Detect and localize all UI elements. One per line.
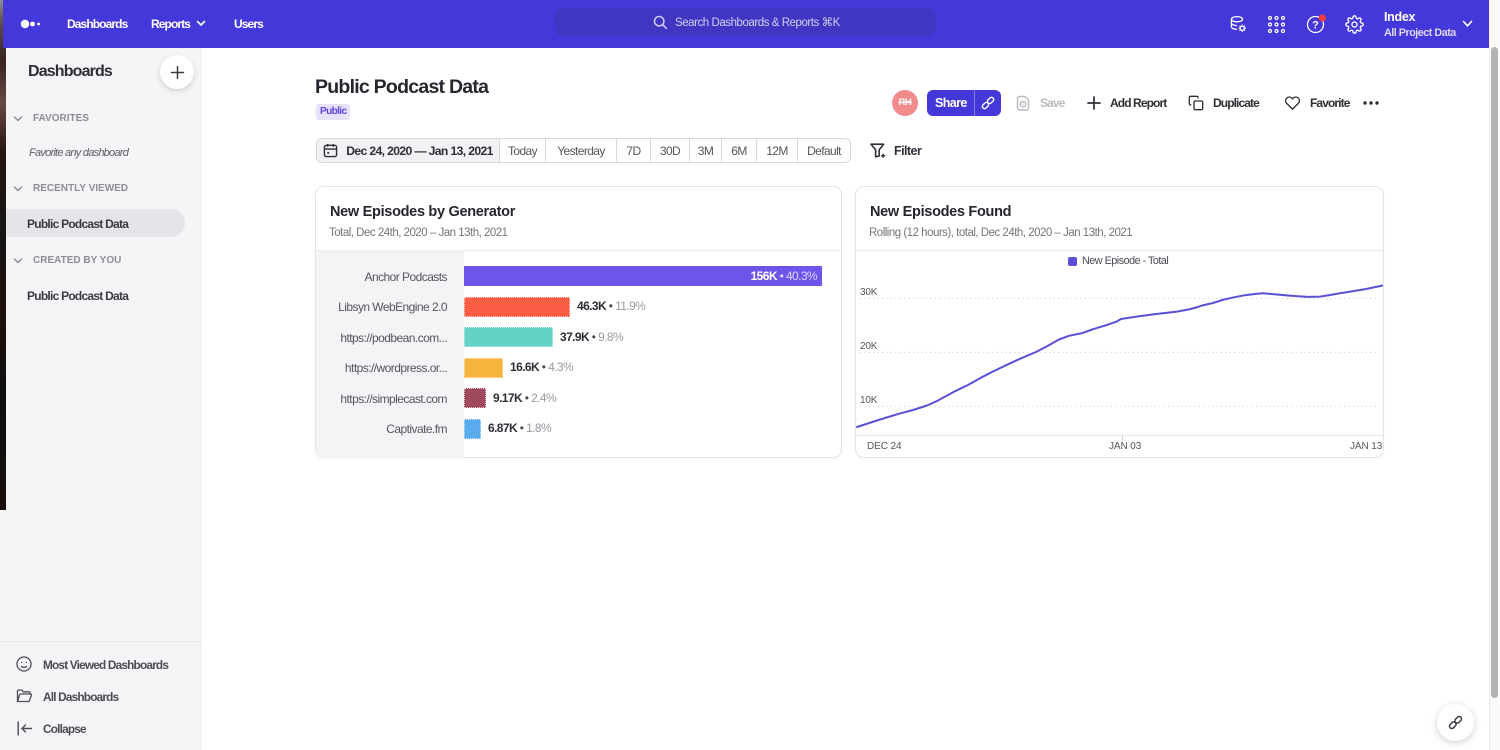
- svg-text:?: ?: [1312, 20, 1319, 32]
